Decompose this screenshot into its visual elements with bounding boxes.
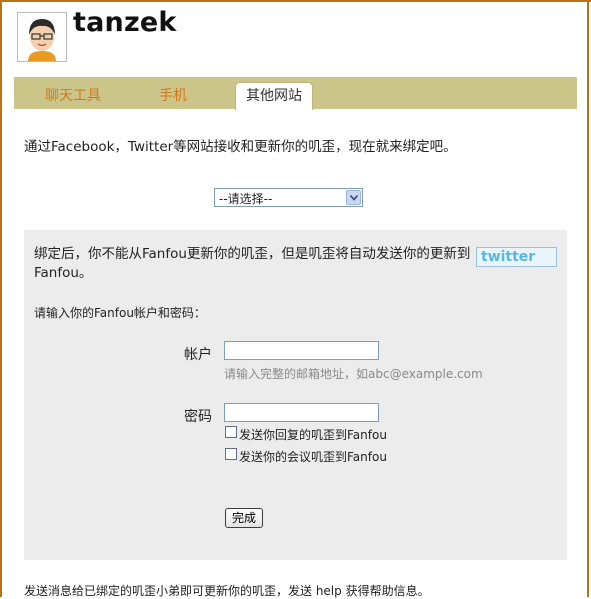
intro-text: 通过Facebook，Twitter等网站接收和更新你的叽歪，现在就来绑定吧。 — [24, 139, 457, 155]
bind-description: 绑定后，你不能从Fanfou更新你的叽歪，但是叽歪将自动发送你的更新到Fanfo… — [34, 246, 471, 281]
site-select-dropdown-button[interactable] — [346, 190, 361, 205]
password-label: 密码 — [184, 409, 212, 425]
send-meetings-checkbox[interactable] — [225, 448, 237, 460]
credentials-prompt: 请输入你的Fanfou帐户和密码： — [34, 306, 206, 320]
site-select[interactable]: --请选择-- — [214, 188, 363, 207]
avatar — [17, 12, 67, 62]
send-replies-label: 发送你回复的叽歪到Fanfou — [239, 428, 387, 442]
site-select-value: --请选择-- — [219, 192, 273, 206]
tab-mobile[interactable]: 手机 — [159, 85, 187, 105]
send-meetings-label: 发送你的会议叽歪到Fanfou — [239, 450, 387, 464]
tab-chat-tools[interactable]: 聊天工具 — [45, 85, 101, 105]
account-hint: 请输入完整的邮箱地址，如abc@example.com — [224, 367, 483, 381]
username: tanzek — [73, 7, 177, 38]
twitter-logo-text: twitter — [481, 249, 536, 265]
send-replies-checkbox[interactable] — [225, 426, 237, 438]
twitter-logo-badge: twitter — [476, 247, 557, 267]
tab-bar: 聊天工具 手机 其他网站 — [14, 77, 577, 110]
avatar-image — [18, 13, 66, 61]
bind-panel: 绑定后，你不能从Fanfou更新你的叽歪，但是叽歪将自动发送你的更新到Fanfo… — [24, 230, 567, 560]
submit-button[interactable]: 完成 — [225, 508, 264, 528]
footer-help-text: 发送消息给已绑定的叽歪小弟即可更新你的叽歪，发送 help 获得帮助信息。 — [24, 584, 430, 598]
account-input[interactable] — [224, 341, 379, 360]
password-input[interactable] — [224, 403, 379, 422]
account-label: 帐户 — [184, 347, 212, 363]
tab-other-sites[interactable]: 其他网站 — [235, 82, 313, 110]
chevron-down-icon — [350, 195, 358, 201]
